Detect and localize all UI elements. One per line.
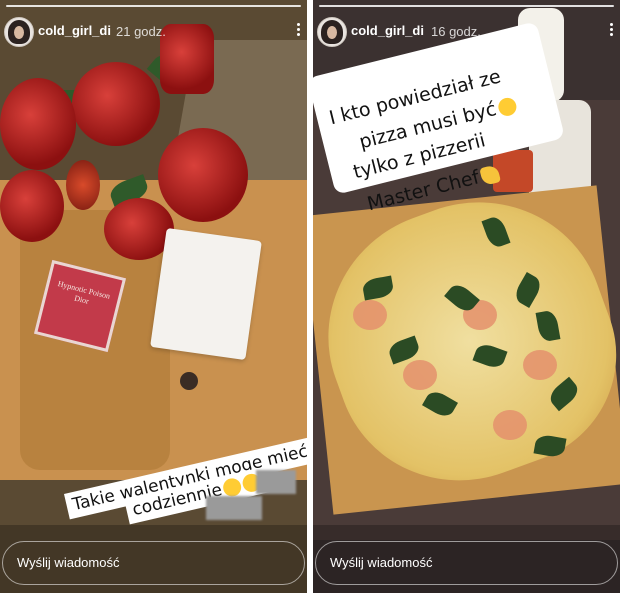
reply-placeholder: Wyślij wiadomość	[330, 555, 433, 570]
rose	[158, 128, 248, 222]
story-header: cold_girl_di 21 godz.	[0, 17, 307, 49]
perfume-label: Hypnotic Poison Dior	[56, 279, 112, 306]
story-progress-bar	[6, 5, 301, 7]
more-vertical-icon[interactable]	[608, 21, 614, 41]
coat-button	[180, 372, 198, 390]
rose	[0, 170, 64, 242]
post-time: 16 godz.	[431, 24, 481, 39]
tomato-slice	[493, 410, 527, 440]
story-header: cold_girl_di 16 godz.	[313, 17, 620, 49]
tomato-slice	[353, 300, 387, 330]
heart-eyes-emoji-icon	[221, 476, 244, 499]
rose	[0, 78, 76, 170]
tomato-slice	[403, 360, 437, 390]
story-progress-bar	[319, 5, 614, 7]
story-panel-right[interactable]: I kto powiedział ze pizza musi być tylko…	[313, 0, 620, 593]
jewelry-box	[150, 227, 262, 361]
sauce-jar	[493, 150, 533, 192]
post-time: 21 godz.	[116, 24, 166, 39]
avatar[interactable]	[4, 17, 34, 47]
reply-input[interactable]: Wyślij wiadomość	[315, 541, 618, 585]
blurred-area	[256, 470, 296, 494]
avatar[interactable]	[317, 17, 347, 47]
story-panel-left[interactable]: Hypnotic Poison Dior Takie walentynki mo…	[0, 0, 307, 593]
username[interactable]: cold_girl_di	[38, 23, 111, 38]
blurred-area	[206, 496, 262, 520]
tomato-slice	[523, 350, 557, 380]
more-vertical-icon[interactable]	[295, 21, 301, 41]
rose	[72, 62, 160, 146]
chocolate	[66, 160, 100, 210]
reply-input[interactable]: Wyślij wiadomość	[2, 541, 305, 585]
reply-placeholder: Wyślij wiadomość	[17, 555, 120, 570]
username[interactable]: cold_girl_di	[351, 23, 424, 38]
